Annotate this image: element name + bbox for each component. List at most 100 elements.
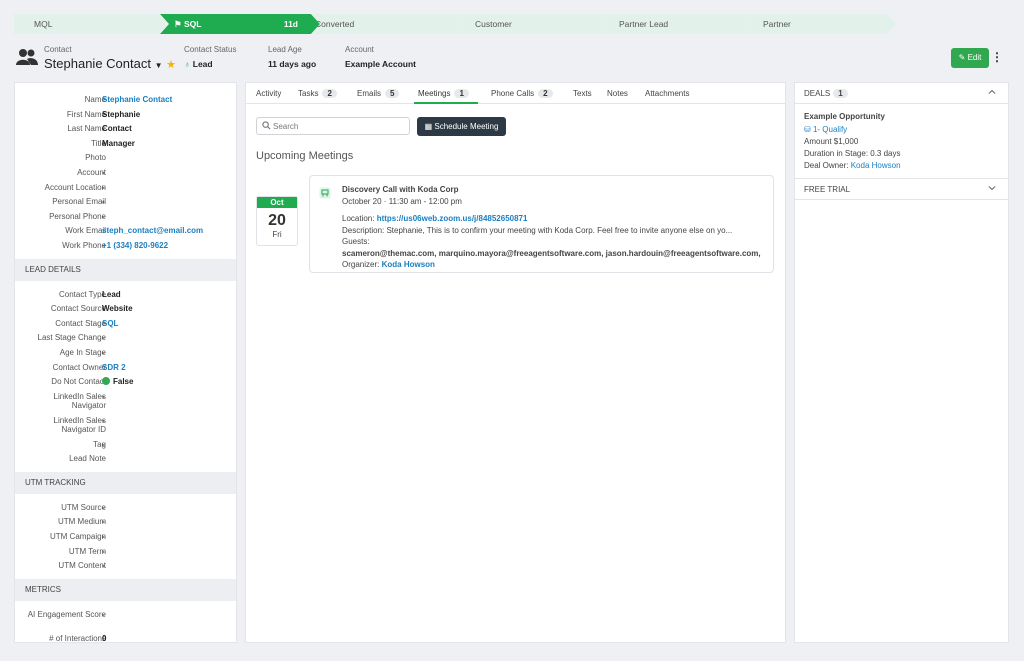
field-value: -: [102, 517, 105, 527]
lead-details-header[interactable]: LEAD DETAILS: [15, 258, 236, 281]
field-row-title: Title Manager: [15, 136, 236, 151]
field-value: False: [102, 377, 133, 386]
tab-emails[interactable]: Emails 5: [357, 89, 400, 98]
stage-label: Partner Lead: [619, 19, 669, 29]
deal-stage: ⛁ 1- Qualify: [804, 125, 848, 134]
meeting-date-badge: Oct 20 Fri: [256, 196, 298, 246]
field-label: Personal Phone: [49, 211, 106, 221]
meeting-time: October 20 · 11:30 am - 12:00 pm: [342, 197, 462, 206]
field-label: Contact Owner: [52, 362, 106, 372]
deals-count: 1: [833, 89, 848, 98]
field-value[interactable]: SQL: [102, 319, 118, 328]
field-value[interactable]: SDR 2: [102, 363, 126, 372]
deal-duration: Duration in Stage: 0.3 days: [804, 149, 901, 158]
stage-label: Customer: [475, 19, 512, 29]
meeting-title[interactable]: Discovery Call with Koda Corp: [342, 185, 458, 194]
tab-phone-calls[interactable]: Phone Calls 2: [491, 89, 553, 98]
field-label: Work Phone: [62, 240, 106, 250]
stage-partner-lead[interactable]: Partner Lead: [599, 14, 752, 34]
chevron-up-icon[interactable]: [988, 88, 996, 96]
field-value: -: [102, 197, 105, 207]
field-label: UTM Medium: [57, 517, 106, 527]
organizer-link[interactable]: Koda Howson: [382, 260, 435, 269]
deal-amount: Amount $1,000: [804, 137, 859, 146]
utm-tracking-header[interactable]: UTM TRACKING: [15, 471, 236, 494]
schedule-meeting-button[interactable]: ▦ Schedule Meeting: [417, 117, 506, 136]
more-options-icon[interactable]: ⋮: [991, 50, 1003, 64]
field-value: -: [102, 211, 105, 221]
tab-activity[interactable]: Activity: [256, 89, 281, 98]
field-row-contact-type: Contact Type Lead: [15, 287, 236, 302]
field-label: Work Email: [65, 226, 106, 236]
meeting-card[interactable]: Discovery Call with Koda Corp October 20…: [309, 175, 774, 273]
field-label: Contact Stage: [55, 318, 106, 328]
account-link[interactable]: Example Account: [345, 59, 416, 69]
contact-header: Contact Stephanie Contact ▼ ★ Contact St…: [14, 40, 1009, 78]
free-trial-section-header[interactable]: FREE TRIAL: [795, 179, 1008, 200]
stage-label: SQL: [184, 19, 202, 29]
zoom-link[interactable]: https://us06web.zoom.us/j/84852650871: [377, 214, 528, 223]
deal-card[interactable]: Example Opportunity ⛁ 1- Qualify Amount …: [795, 104, 1008, 179]
field-value: Manager: [102, 138, 135, 148]
deals-section-header[interactable]: DEALS 1: [795, 83, 1008, 104]
status-dot-icon: [102, 377, 110, 386]
stage-customer[interactable]: Customer: [455, 14, 608, 34]
meeting-description: Description: Stephanie, This is to confi…: [342, 226, 733, 235]
stage-mql[interactable]: MQL: [14, 14, 167, 34]
field-row-utm-source: UTM Source -: [15, 500, 236, 515]
field-value[interactable]: steph_contact@email.com: [102, 226, 203, 235]
field-value: -: [102, 415, 105, 425]
field-label: UTM Source: [61, 502, 106, 512]
field-value: Website: [102, 304, 133, 314]
tab-attachments[interactable]: Attachments: [645, 89, 689, 98]
field-row-linkedin-sales-navigator: LinkedIn Sales Navigator -: [15, 389, 236, 413]
field-value: Lead: [102, 289, 121, 299]
date-month: Oct: [257, 197, 297, 208]
field-label: Age In Stage: [59, 347, 106, 357]
tab-texts[interactable]: Texts: [573, 89, 592, 98]
field-value: -: [102, 391, 105, 401]
deal-name[interactable]: Example Opportunity: [804, 112, 885, 121]
status-value: ♁ Lead: [184, 59, 213, 69]
calendar-icon: ▦: [424, 122, 433, 131]
deal-owner-link[interactable]: Koda Howson: [851, 161, 901, 170]
field-row-linkedin-sales-navigator-id: LinkedIn Sales Navigator ID -: [15, 413, 236, 437]
edit-button[interactable]: ✎ Edit: [951, 48, 989, 68]
field-value: -: [102, 347, 105, 357]
field-value[interactable]: Stephanie Contact: [102, 95, 172, 104]
field-label: Account: [77, 167, 106, 177]
tab-notes[interactable]: Notes: [607, 89, 628, 98]
stage-age: 11d: [283, 19, 298, 29]
field-label: Last Stage Change: [37, 333, 107, 343]
stage-converted[interactable]: Converted: [311, 14, 464, 34]
page-title: Stephanie Contact ▼ ★: [44, 56, 177, 71]
stage-sql[interactable]: ⚑ SQL 11d: [160, 14, 320, 34]
tab-bar: Activity Tasks 2 Emails 5 Meetings 1 Phone …: [246, 83, 785, 104]
tab-tasks[interactable]: Tasks 2: [298, 89, 337, 98]
field-value: 0: [102, 633, 107, 643]
field-row-personal-phone: Personal Phone -: [15, 209, 236, 224]
field-label: AI Engagement Score: [27, 609, 106, 619]
field-label: First Name: [66, 109, 106, 119]
chevron-down-icon[interactable]: [988, 184, 996, 192]
field-label: Contact Type: [59, 289, 106, 299]
caret-down-icon[interactable]: ▼: [155, 61, 163, 70]
metrics-header[interactable]: METRICS: [15, 578, 236, 601]
leaf-icon: ♁: [184, 59, 191, 69]
field-row-photo: Photo: [15, 150, 236, 165]
stage-partner[interactable]: Partner: [743, 14, 896, 34]
stage-label: Partner: [763, 19, 791, 29]
field-label: # of Interactions: [49, 633, 106, 643]
people-icon: [16, 49, 38, 65]
field-label: Name: [84, 95, 106, 104]
search-input[interactable]: Search: [256, 117, 410, 135]
field-row-utm-term: UTM Term -: [15, 544, 236, 559]
star-icon[interactable]: ★: [166, 59, 176, 71]
guests-list[interactable]: scameron@themac.com, marquino.mayora@fre…: [342, 249, 761, 258]
date-weekday: Fri: [272, 230, 282, 239]
field-value[interactable]: +1 (334) 820-9622: [102, 241, 168, 250]
tab-meetings[interactable]: Meetings 1: [418, 89, 469, 98]
pencil-icon: ✎: [958, 53, 966, 62]
field-label: Lead Note: [69, 454, 106, 464]
field-label: LinkedIn Sales Navigator: [53, 391, 106, 410]
